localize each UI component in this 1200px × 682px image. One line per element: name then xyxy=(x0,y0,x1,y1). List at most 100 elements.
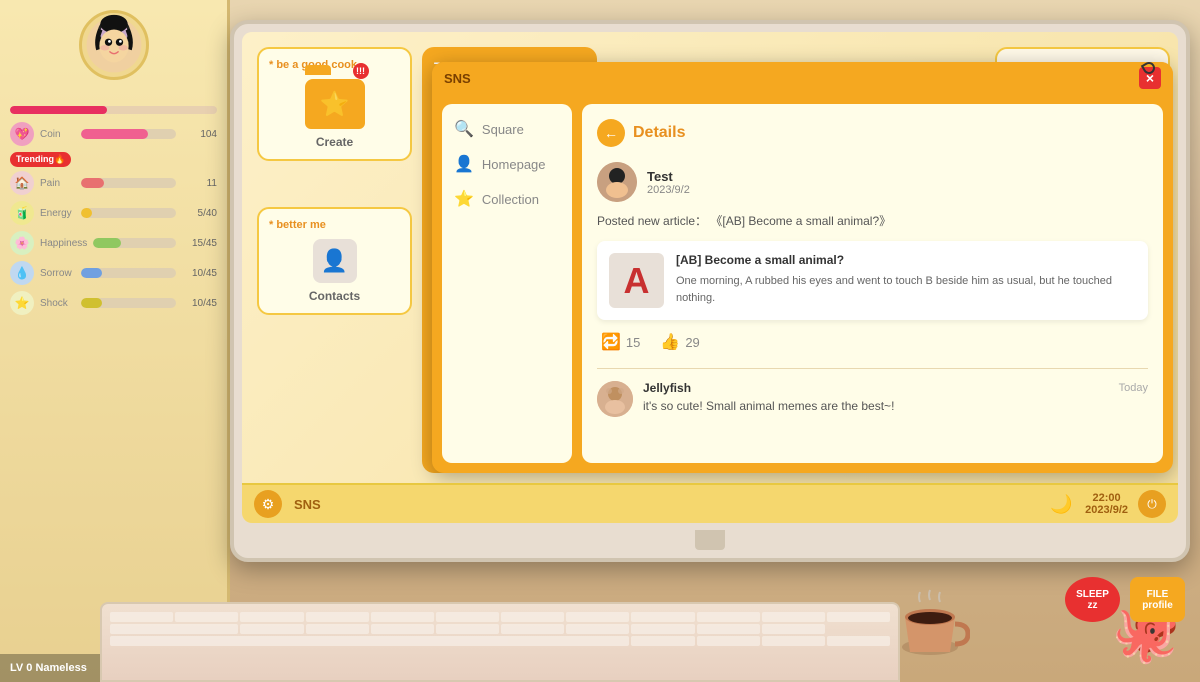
coin-bar-fill xyxy=(81,129,148,139)
retweet-button[interactable]: 🔁 15 xyxy=(601,332,640,352)
key xyxy=(240,624,303,634)
shock-bar-wrap xyxy=(81,298,176,308)
key xyxy=(566,624,629,634)
post-text: Posted new article： 《[AB] Become a small… xyxy=(597,212,1148,229)
retweet-icon: 🔁 xyxy=(601,332,621,352)
taskbar-date: 2023/9/2 xyxy=(1085,504,1128,516)
sns-titlebar: SNS × xyxy=(432,62,1173,94)
shock-bar-fill xyxy=(81,298,102,308)
task-cook-card: * be a good cook ⭐ !!! Create xyxy=(257,47,412,161)
file-button[interactable]: FILE profile xyxy=(1130,577,1185,622)
task-folder-icon: ⭐ xyxy=(305,79,365,129)
coin-bar-wrap xyxy=(81,129,176,139)
pain-label: Pain xyxy=(40,178,75,189)
energy-value: 5/40 xyxy=(182,208,217,219)
taskbar-clock: 22:00 xyxy=(1085,492,1128,504)
key xyxy=(631,612,694,622)
monitor-frame: * be a good cook ⭐ !!! Create * better m… xyxy=(230,20,1190,562)
key xyxy=(762,612,825,622)
task-betterme-content: 👤 Contacts xyxy=(269,239,400,303)
trending-badge: Trending🔥 xyxy=(10,152,71,167)
post-date: 2023/9/2 xyxy=(647,184,690,196)
shock-label: Shock xyxy=(40,298,75,309)
coffee-cup xyxy=(890,582,970,662)
taskbar-right: 🌙 22:00 2023/9/2 ⏻ xyxy=(1047,490,1166,518)
energy-label: Energy xyxy=(40,208,75,219)
keyboard-keys xyxy=(102,604,898,654)
monitor-screen: * be a good cook ⭐ !!! Create * better m… xyxy=(242,32,1178,523)
nav-item-collection[interactable]: ⭐ Collection xyxy=(454,189,560,209)
collection-icon: ⭐ xyxy=(454,189,474,209)
article-letter: A xyxy=(609,253,664,308)
comment-username: Jellyfish xyxy=(643,381,691,395)
details-title: Details xyxy=(633,124,685,142)
details-back-button[interactable]: ← xyxy=(597,119,625,147)
sorrow-label: Sorrow xyxy=(40,268,75,279)
post-avatar xyxy=(597,162,637,202)
monitor-neck xyxy=(695,530,725,550)
nav-item-square[interactable]: 🔍 Square xyxy=(454,119,560,139)
file-sub: profile xyxy=(1142,600,1173,611)
coffee-cup-image xyxy=(890,582,970,662)
like-count: 29 xyxy=(685,335,699,350)
key xyxy=(697,636,760,646)
like-button[interactable]: 👍 29 xyxy=(660,332,699,352)
happiness-icon: 🌸 xyxy=(10,231,34,255)
character-name: LV 0 Nameless xyxy=(10,662,87,674)
nav-item-homepage[interactable]: 👤 Homepage xyxy=(454,154,560,174)
taskbar-gear-button[interactable]: ⚙ xyxy=(254,490,282,518)
character-avatar-area xyxy=(0,0,227,100)
task-contacts-label: Contacts xyxy=(309,289,360,303)
task-betterme-title: * better me xyxy=(269,219,400,231)
taskbar-power-button[interactable]: ⏻ xyxy=(1138,490,1166,518)
taskbar: ⚙ SNS 🌙 22:00 2023/9/2 ⏻ xyxy=(242,483,1178,523)
homepage-icon: 👤 xyxy=(454,154,474,174)
key xyxy=(436,624,499,634)
retweet-count: 15 xyxy=(626,335,640,350)
spacebar-key xyxy=(110,636,629,646)
key xyxy=(501,624,564,634)
energy-icon: 🧃 xyxy=(10,201,34,225)
article-excerpt: One morning, A rubbed his eyes and went … xyxy=(676,273,1136,306)
sorrow-bar-wrap xyxy=(81,268,176,278)
article-card[interactable]: A [AB] Become a small animal? One mornin… xyxy=(597,241,1148,320)
key xyxy=(436,612,499,622)
task-betterme-card: * better me 👤 Contacts xyxy=(257,207,412,315)
task-folder-wrap: ⭐ !!! xyxy=(305,79,365,129)
taskbar-moon-icon: 🌙 xyxy=(1047,490,1075,518)
sns-close-button[interactable]: × xyxy=(1139,67,1161,89)
key xyxy=(240,612,303,622)
key xyxy=(631,624,694,634)
character-panel: LV 0 Nameless 14/30 💖 Coin 104 Trending🔥… xyxy=(0,0,230,682)
task-cook-title: * be a good cook xyxy=(269,59,400,71)
sns-title: SNS xyxy=(444,71,471,86)
sleep-button[interactable]: SLEEP zz xyxy=(1065,577,1120,622)
key xyxy=(306,612,369,622)
comment-divider xyxy=(597,368,1148,369)
post-username: Test xyxy=(647,169,690,184)
taskbar-time: 22:00 2023/9/2 xyxy=(1085,492,1128,516)
sorrow-value: 10/45 xyxy=(182,268,217,279)
shock-value: 10/45 xyxy=(182,298,217,309)
sns-nav: 🔍 Square 👤 Homepage ⭐ Collection xyxy=(442,104,572,463)
post-user-row: Test 2023/9/2 xyxy=(597,162,1148,202)
stat-coin-row: 💖 Coin 104 xyxy=(10,122,217,146)
article-title: [AB] Become a small animal? xyxy=(676,253,1136,267)
comment-row: Jellyfish Today it's so cute! Small anim… xyxy=(597,381,1148,417)
nav-collection-label: Collection xyxy=(482,192,539,207)
coin-icon: 💖 xyxy=(10,122,34,146)
key xyxy=(371,612,434,622)
key xyxy=(827,612,890,622)
key xyxy=(501,612,564,622)
coin-value: 104 xyxy=(182,129,217,140)
key xyxy=(762,624,825,634)
happiness-label: Happiness xyxy=(40,238,87,249)
comment-header: Jellyfish Today xyxy=(643,381,1148,395)
stat-shock-row: ⭐ Shock 10/45 xyxy=(10,291,217,315)
happiness-bar-fill xyxy=(93,238,120,248)
key xyxy=(697,624,760,634)
key xyxy=(697,612,760,622)
sorrow-bar-fill xyxy=(81,268,102,278)
key xyxy=(110,624,238,634)
stat-energy-row: 🧃 Energy 5/40 xyxy=(10,201,217,225)
